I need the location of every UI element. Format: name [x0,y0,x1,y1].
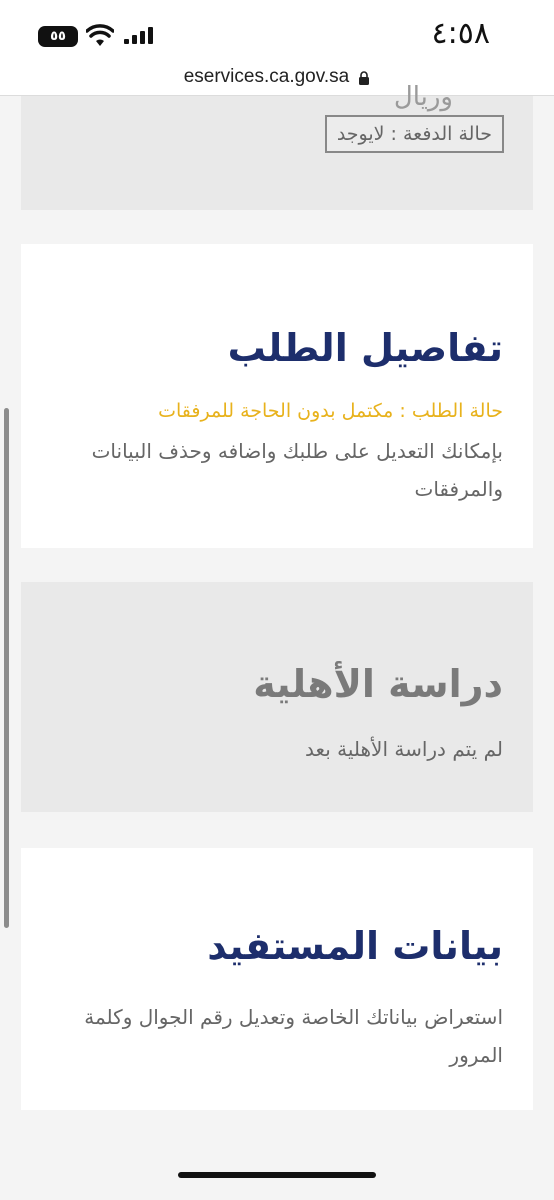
scroll-indicator[interactable] [4,408,9,928]
payment-status-badge: حالة الدفعة : لايوجد [324,115,504,153]
beneficiary-card[interactable]: بيانات المستفيد استعراض بياناتك الخاصة و… [21,848,533,1110]
eligibility-card: دراسة الأهلية لم يتم دراسة الأهلية بعد [21,582,533,812]
request-details-description: بإمكانك التعديل على طلبك واضافه وحذف الب… [91,439,503,501]
request-status: حالة الطلب : مكتمل بدون الحاجة للمرفقات [158,400,503,422]
payment-card: وريال حالة الدفعة : لايوجد [21,82,533,210]
beneficiary-title: بيانات المستفيد [207,924,503,968]
request-details-card[interactable]: تفاصيل الطلب حالة الطلب : مكتمل بدون الح… [21,244,533,548]
lock-icon [359,70,370,85]
url-text[interactable]: eservices.ca.gov.sa [184,66,349,87]
eligibility-description: لم يتم دراسة الأهلية بعد [305,737,503,761]
wifi-icon [86,24,114,46]
address-bar[interactable]: eservices.ca.gov.sa [0,62,554,96]
battery-icon: ٥٥ [38,26,78,47]
request-details-title: تفاصيل الطلب [227,326,503,370]
status-bar: ٥٥ ٤:٥٨ [0,0,554,62]
page-content: وريال حالة الدفعة : لايوجد تفاصيل الطلب … [0,82,554,1200]
payment-amount-partial: وريال [393,82,453,112]
signal-icon [124,27,153,44]
clock: ٤:٥٨ [431,16,490,51]
eligibility-title: دراسة الأهلية [253,662,503,706]
home-indicator[interactable] [178,1172,376,1178]
beneficiary-description: استعراض بياناتك الخاصة وتعديل رقم الجوال… [84,1005,503,1067]
